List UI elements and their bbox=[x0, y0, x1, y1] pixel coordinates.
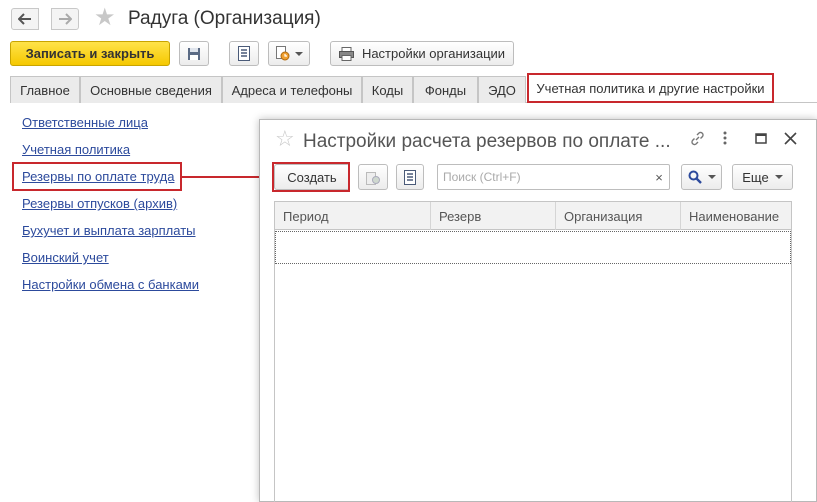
favorite-star-icon[interactable]: ★ bbox=[94, 6, 116, 30]
document-list-button[interactable] bbox=[229, 41, 259, 66]
column-header-name[interactable]: Наименование bbox=[681, 202, 791, 230]
printer-icon bbox=[338, 46, 354, 61]
create-based-on-button[interactable] bbox=[268, 41, 310, 66]
payroll-reserves-highlight bbox=[12, 162, 182, 191]
tab-bar: Главное Основные сведения Адреса и телеф… bbox=[10, 73, 817, 103]
sidebar-item-bank-exchange-settings[interactable]: Настройки обмена с банками bbox=[22, 277, 199, 292]
reserves-table: Период Резерв Организация Наименование bbox=[274, 201, 792, 502]
table-header: Период Резерв Организация Наименование bbox=[275, 202, 791, 230]
copy-button[interactable] bbox=[358, 164, 388, 190]
tab-edo[interactable]: ЭДО bbox=[478, 76, 526, 103]
create-button-highlight bbox=[272, 162, 350, 192]
link-icon[interactable] bbox=[689, 130, 706, 147]
org-settings-button[interactable]: Настройки организации bbox=[330, 41, 514, 66]
chevron-down-icon bbox=[295, 51, 303, 56]
sidebar-item-vacation-reserves-archive[interactable]: Резервы отпусков (архив) bbox=[22, 196, 177, 211]
floppy-disk-icon bbox=[188, 47, 200, 60]
chevron-down-icon bbox=[774, 175, 783, 179]
dialog-list-button[interactable] bbox=[396, 164, 424, 190]
sidebar-item-payroll-accounting[interactable]: Бухучет и выплата зарплаты bbox=[22, 223, 196, 238]
forward-button[interactable] bbox=[51, 8, 79, 30]
window-title: Радуга (Организация) bbox=[128, 8, 321, 29]
column-header-period[interactable]: Период bbox=[275, 202, 431, 230]
column-header-reserve[interactable]: Резерв bbox=[431, 202, 556, 230]
arrow-left-icon bbox=[18, 13, 31, 25]
more-button[interactable]: Еще bbox=[732, 164, 793, 190]
search-icon bbox=[688, 170, 702, 184]
save-button[interactable] bbox=[179, 41, 209, 66]
maximize-icon[interactable] bbox=[755, 133, 767, 144]
save-and-close-button[interactable]: Записать и закрыть bbox=[10, 41, 170, 66]
list-document-icon bbox=[404, 169, 416, 185]
column-header-organization[interactable]: Организация bbox=[556, 202, 681, 230]
dialog-title: Настройки расчета резервов по оплате ... bbox=[303, 131, 671, 152]
document-clock-icon bbox=[276, 46, 290, 61]
sidebar-item-accounting-policy[interactable]: Учетная политика bbox=[22, 142, 130, 157]
back-button[interactable] bbox=[11, 8, 39, 30]
tab-funds[interactable]: Фонды bbox=[413, 76, 478, 103]
tab-accounting-policy[interactable]: Учетная политика и другие настройки bbox=[527, 73, 774, 103]
clear-search-icon[interactable]: × bbox=[651, 169, 667, 185]
table-row[interactable] bbox=[275, 231, 791, 264]
tab-codes[interactable]: Коды bbox=[362, 76, 413, 103]
tab-basic-info[interactable]: Основные сведения bbox=[80, 76, 222, 103]
tab-main[interactable]: Главное bbox=[10, 76, 80, 103]
favorite-star-icon[interactable]: ☆ bbox=[275, 128, 295, 150]
reserve-settings-dialog: ☆ Настройки расчета резервов по оплате .… bbox=[259, 119, 817, 502]
tab-addresses-phones[interactable]: Адреса и телефоны bbox=[222, 76, 362, 103]
arrow-right-icon bbox=[59, 13, 72, 25]
list-document-icon bbox=[238, 46, 250, 61]
copy-document-icon bbox=[366, 171, 380, 185]
more-label: Еще bbox=[742, 169, 769, 185]
search-button[interactable] bbox=[681, 164, 722, 190]
sidebar-item-responsible-persons[interactable]: Ответственные лица bbox=[22, 115, 148, 130]
chevron-down-icon bbox=[707, 175, 716, 179]
close-icon[interactable] bbox=[784, 132, 797, 145]
org-settings-label: Настройки организации bbox=[361, 46, 506, 61]
search-input[interactable] bbox=[437, 164, 670, 190]
more-vertical-icon[interactable] bbox=[723, 130, 731, 146]
sidebar-item-military-registration[interactable]: Воинский учет bbox=[22, 250, 109, 265]
